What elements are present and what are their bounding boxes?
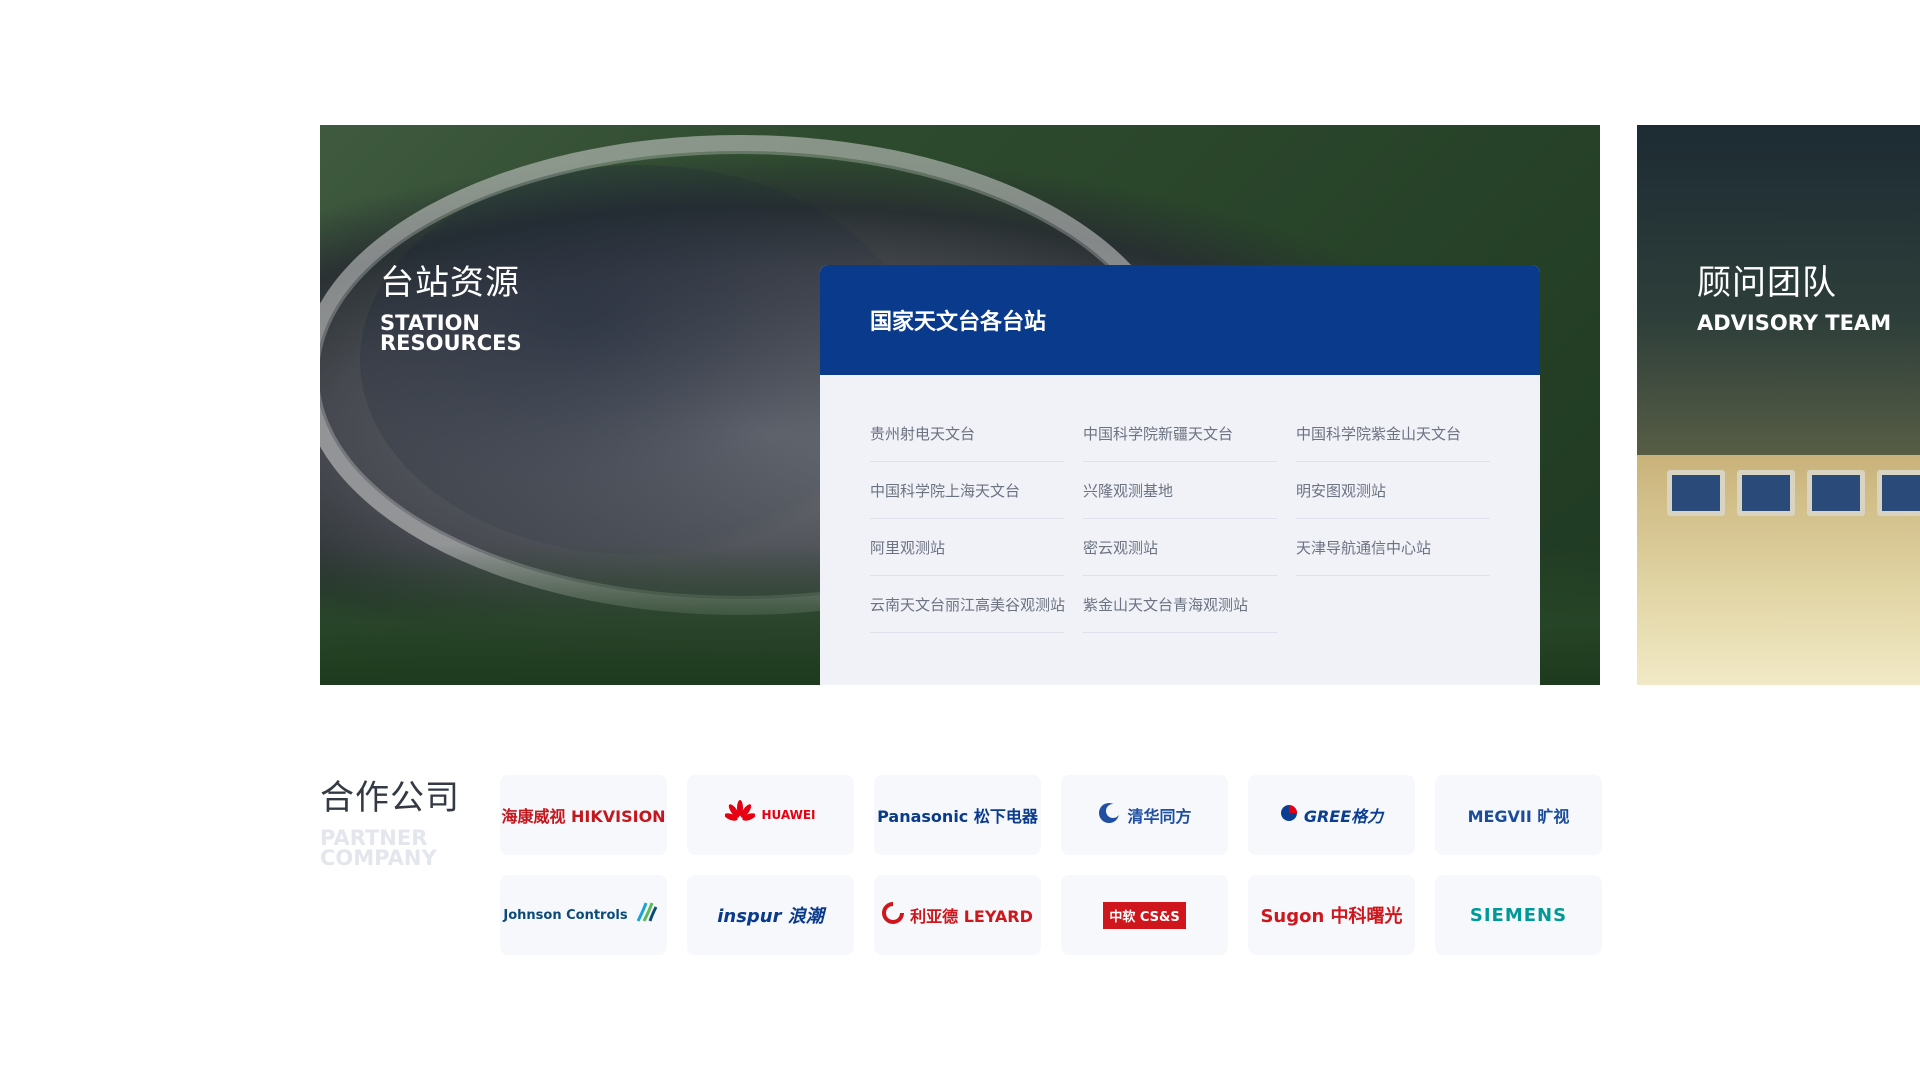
leyard-swirl-icon bbox=[882, 902, 905, 928]
station-card-title: 国家天文台各台站 bbox=[870, 310, 1047, 335]
partner-logo-tile[interactable]: MEGVII 旷视 bbox=[1435, 775, 1602, 855]
station-link[interactable]: 中国科学院新疆天文台 bbox=[1083, 405, 1277, 462]
advisory-panel[interactable]: 顾问团队 ADVISORY TEAM bbox=[1637, 125, 1920, 685]
gree-logo: GREE格力 bbox=[1303, 807, 1384, 826]
tsinghua-tongfang-logo: 清华同方 bbox=[1127, 807, 1192, 826]
sugon-logo: Sugon 中科曙光 bbox=[1260, 906, 1403, 927]
partner-logo-tile[interactable]: 中软 CS&S bbox=[1061, 875, 1228, 955]
partner-logo-tile[interactable]: 清华同方 bbox=[1061, 775, 1228, 855]
partner-logo-tile[interactable]: inspur 浪潮 bbox=[687, 875, 854, 955]
leyard-logo: 利亚德 LEYARD bbox=[910, 907, 1033, 926]
station-card-header: 国家天文台各台站 bbox=[820, 265, 1540, 375]
partner-logo-grid: 海康威视 HIKVISION HUAWEI Panasonic 松下电器 清华同… bbox=[500, 775, 1602, 955]
tongfang-swoosh-icon bbox=[1097, 801, 1121, 829]
monitor-icon bbox=[1737, 470, 1795, 516]
partner-logo-tile[interactable]: GREE格力 bbox=[1248, 775, 1415, 855]
partner-logo-tile[interactable]: HUAWEI bbox=[687, 775, 854, 855]
station-link[interactable]: 贵州射电天文台 bbox=[870, 405, 1064, 462]
partners-title-cn: 合作公司 bbox=[320, 778, 460, 818]
johnson-controls-wave-icon bbox=[634, 901, 658, 929]
siemens-logo: SIEMENS bbox=[1469, 904, 1568, 926]
monitor-icon bbox=[1877, 470, 1920, 516]
station-link[interactable]: 明安图观测站 bbox=[1296, 462, 1490, 519]
advisory-title-cn: 顾问团队 bbox=[1697, 263, 1837, 303]
hikvision-logo: 海康威视 HIKVISION bbox=[501, 807, 666, 826]
huawei-flower-icon bbox=[724, 800, 757, 830]
station-title-cn: 台站资源 bbox=[380, 263, 520, 303]
monitor-icon bbox=[1667, 470, 1725, 516]
css-logo: 中软 CS&S bbox=[1103, 901, 1186, 929]
station-link[interactable]: 云南天文台丽江高美谷观测站 bbox=[870, 576, 1065, 633]
station-link[interactable]: 阿里观测站 bbox=[870, 519, 1064, 576]
inspur-logo: inspur 浪潮 bbox=[717, 906, 824, 927]
gree-circle-icon bbox=[1280, 804, 1298, 826]
partners-title-en: PARTNER COMPANY bbox=[320, 826, 437, 870]
partner-logo-tile[interactable]: Johnson Controls bbox=[500, 875, 667, 955]
station-link[interactable]: 中国科学院上海天文台 bbox=[870, 462, 1064, 519]
megvii-logo: MEGVII 旷视 bbox=[1467, 807, 1570, 826]
partner-logo-tile[interactable]: 海康威视 HIKVISION bbox=[500, 775, 667, 855]
station-link[interactable]: 密云观测站 bbox=[1083, 519, 1277, 576]
station-link[interactable]: 天津导航通信中心站 bbox=[1296, 519, 1490, 576]
panasonic-logo: Panasonic 松下电器 bbox=[877, 807, 1038, 826]
partner-logo-tile[interactable]: SIEMENS bbox=[1435, 875, 1602, 955]
station-link[interactable]: 紫金山天文台青海观测站 bbox=[1083, 576, 1277, 633]
station-link[interactable]: 中国科学院紫金山天文台 bbox=[1296, 405, 1490, 462]
partner-logo-tile[interactable]: 利亚德 LEYARD bbox=[874, 875, 1041, 955]
station-link[interactable]: 兴隆观测基地 bbox=[1083, 462, 1277, 519]
partner-logo-tile[interactable]: Sugon 中科曙光 bbox=[1248, 875, 1415, 955]
station-list: 贵州射电天文台 中国科学院新疆天文台 中国科学院紫金山天文台 中国科学院上海天文… bbox=[870, 405, 1490, 633]
monitor-icon bbox=[1807, 470, 1865, 516]
station-list-card: 国家天文台各台站 贵州射电天文台 中国科学院新疆天文台 中国科学院紫金山天文台 … bbox=[820, 265, 1540, 685]
station-title-en: STATION RESOURCES bbox=[380, 311, 522, 355]
johnson-controls-logo: Johnson Controls bbox=[503, 907, 628, 923]
huawei-logo: HUAWEI bbox=[761, 808, 816, 822]
partner-logo-tile[interactable]: Panasonic 松下电器 bbox=[874, 775, 1041, 855]
advisory-title-en: ADVISORY TEAM bbox=[1697, 311, 1892, 335]
